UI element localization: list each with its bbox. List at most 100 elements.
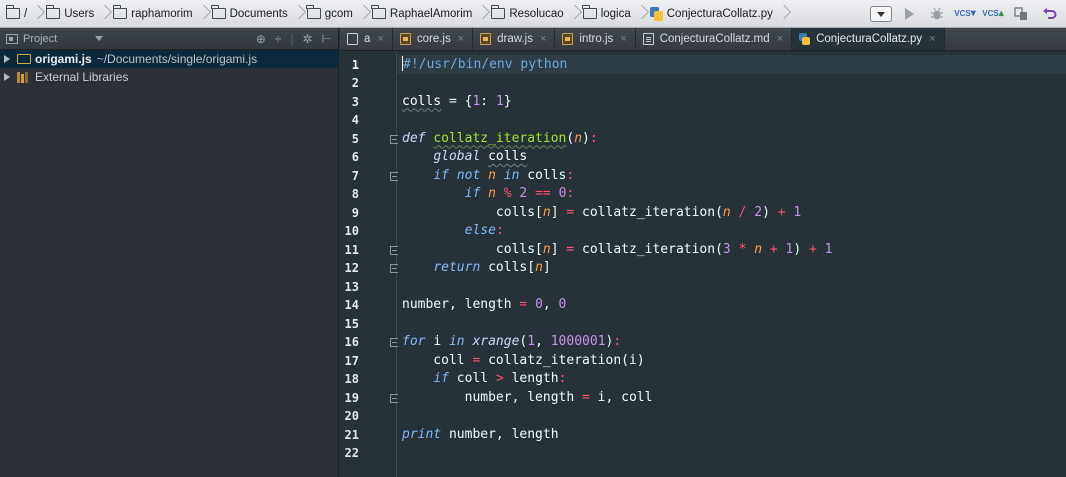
code-token: def [402,130,434,146]
breadcrumb-item[interactable]: Users [40,0,107,27]
vcs-commit-label: VCS [982,9,999,18]
code-token: length [503,371,559,386]
breadcrumb-item[interactable]: Resolucao [485,0,576,27]
close-icon[interactable]: × [540,33,546,45]
breadcrumb-item[interactable]: gcom [301,0,366,27]
line-number: 17 [344,353,359,368]
code-token: : [558,371,567,386]
chevron-right-icon [100,0,107,27]
chevron-right-icon [478,0,485,27]
code-token: n [488,186,496,201]
hide-panel-icon[interactable]: ⊢ [322,32,332,46]
code-token: , [535,334,551,349]
tab-label: intro.js [579,33,614,45]
project-icon [6,33,18,44]
tree-item-label: External Libraries [35,70,129,84]
breadcrumb-item[interactable]: RaphaelAmorim [366,0,485,27]
markdown-file-icon [642,33,654,45]
collapse-all-icon[interactable]: ÷ [275,32,282,46]
line-number: 14 [344,298,359,312]
line-number: 7 [351,168,359,183]
tab-draw-js[interactable]: draw.js × [473,28,556,50]
breadcrumb-item[interactable]: Documents [206,0,301,27]
undo-icon [1042,8,1056,19]
close-icon[interactable]: × [777,33,783,45]
code-token: 0 [535,297,543,312]
code-token: : [495,223,504,238]
chevron-right-icon [33,0,40,27]
tab-label: draw.js [497,33,533,45]
tree-item-origami[interactable]: origami.js ~/Documents/single/origami.js [0,50,338,68]
breadcrumb-item[interactable]: logica [577,0,644,27]
debug-button[interactable] [926,5,948,23]
close-icon[interactable]: × [929,33,935,45]
breadcrumb-item[interactable]: raphamorim [107,0,205,27]
code-token: : [566,167,575,183]
close-icon[interactable]: × [458,33,464,45]
tab-conjecturacollatz-py[interactable]: ConjecturaCollatz.py × [792,28,945,50]
compare-button[interactable] [1010,5,1032,23]
code-token: n [574,130,583,146]
code-line: if coll > length: [402,370,566,389]
revert-button[interactable] [1038,5,1060,23]
tab-conjecturacollatz-md[interactable]: ConjecturaCollatz.md × [636,28,793,50]
line-number: 18 [344,372,359,386]
breadcrumb: / Users raphamorim Documents gcom RaphaelAmor… [0,0,786,27]
plain-file-icon [347,33,358,45]
vcs-update-button[interactable]: VCS ▾ [954,5,976,23]
code-token: n [754,241,763,257]
code-token: 1 [785,204,802,220]
project-panel: Project ⊕ ÷ | ✲ ⊢ origami.js ~/Documents… [0,28,339,477]
code-token: n [722,204,731,220]
project-panel-header: Project ⊕ ÷ | ✲ ⊢ [0,28,338,50]
expand-arrow-icon[interactable] [4,73,10,81]
code-line: if n % 2 == 0: [402,185,575,204]
code-token: : [589,130,598,146]
breadcrumb-item[interactable]: ConjecturaCollatz.py [644,0,786,27]
code-token: : [566,186,575,201]
breadcrumb-item[interactable]: / [0,0,40,27]
chevron-down-icon[interactable] [95,36,104,41]
line-number: 22 [344,446,359,460]
chevron-right-icon [779,0,786,27]
code-token: > [495,371,504,386]
line-number: 19 [344,390,359,405]
code-token: % [495,186,520,201]
main-toolbar: VCS ▾ VCS ▴ [870,0,1066,27]
code-token: * [730,241,755,257]
code-line: number, length = 0, 0 [402,296,566,315]
gear-icon[interactable]: ✲ [302,32,312,46]
breadcrumb-label: logica [600,7,631,20]
code-token: coll [402,352,473,368]
line-number: 3 [351,94,359,109]
code-line: def collatz_iteration(n): [402,130,598,149]
tree-item-external-libraries[interactable]: External Libraries [0,68,338,86]
folder-icon [5,5,20,19]
scroll-from-source-icon[interactable]: ⊕ [256,32,266,46]
line-number: 4 [351,113,359,127]
code-token: , [542,297,559,312]
tab-a[interactable]: a × [340,28,393,50]
vcs-commit-button[interactable]: VCS ▴ [982,5,1004,23]
tab-label: ConjecturaCollatz.md [659,33,770,45]
vcs-update-label: VCS [954,9,971,18]
code-token: coll [456,371,496,386]
code-token: + [809,241,817,257]
code-line: global colls [402,148,527,167]
tab-intro-js[interactable]: intro.js × [555,28,636,50]
code-token: in [448,334,473,349]
close-icon[interactable]: × [377,33,383,45]
code-editor[interactable]: #!/usr/bin/env python colls = {1: 1} def c… [398,51,1066,477]
expand-arrow-icon[interactable] [4,55,10,63]
close-icon[interactable]: × [620,33,626,45]
run-configuration-dropdown[interactable] [870,5,892,23]
tab-core-js[interactable]: core.js × [393,28,474,50]
code-token: colls [488,149,528,164]
project-panel-title[interactable]: Project [23,33,57,45]
run-button[interactable] [898,5,920,23]
code-line: colls = {1: 1} [402,93,512,112]
tab-label: core.js [416,33,451,45]
code-token: collatz_iteration( [574,204,723,220]
